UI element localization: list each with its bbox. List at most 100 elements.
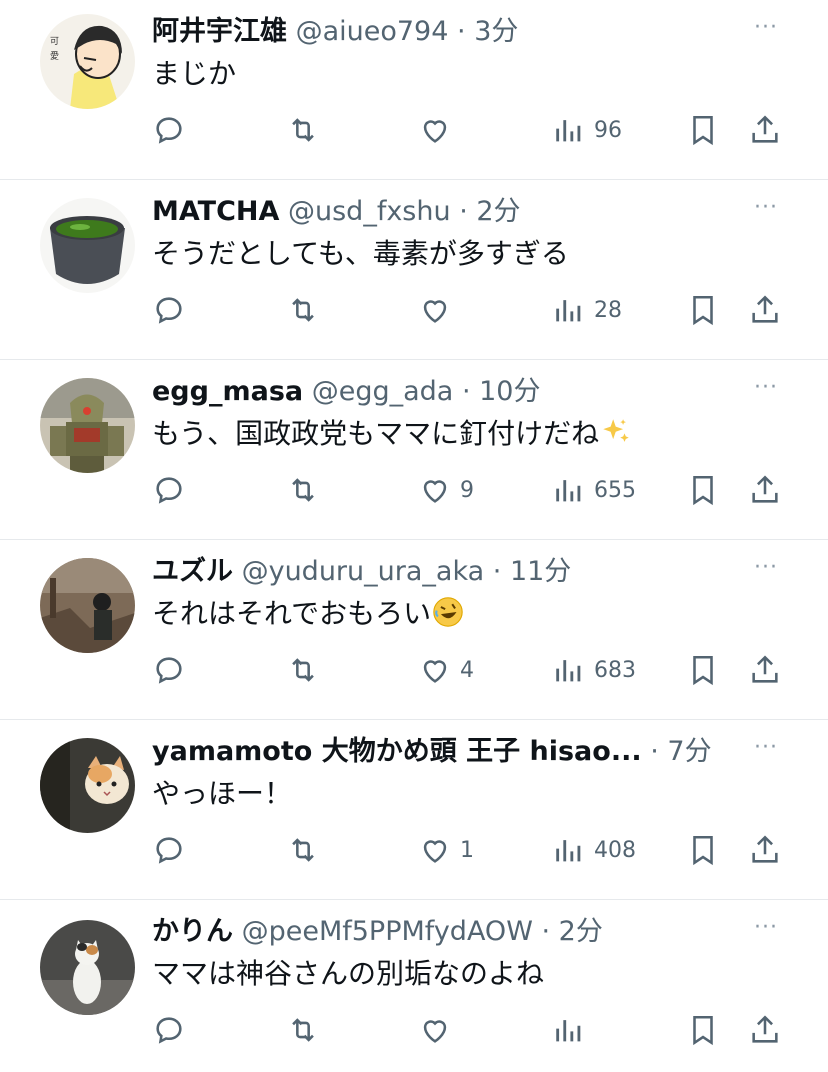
reply-button[interactable] xyxy=(152,650,186,690)
retweet-icon xyxy=(292,658,314,682)
share-icon xyxy=(752,115,778,143)
like-count: 9 xyxy=(460,477,474,503)
more-options-icon[interactable]: ··· xyxy=(754,737,784,759)
share-button[interactable] xyxy=(748,470,782,510)
avatar[interactable] xyxy=(40,738,135,833)
tweet[interactable]: かりん @peeMf5PPMfydAOW · 2分 ··· ママは神谷さんの別垢… xyxy=(0,900,828,1072)
bookmark-button[interactable] xyxy=(686,650,720,690)
bookmark-icon xyxy=(693,1015,713,1046)
separator-dot: · xyxy=(459,196,468,227)
more-options-icon[interactable]: ··· xyxy=(754,557,784,579)
share-icon xyxy=(752,295,778,323)
retweet-button[interactable] xyxy=(286,110,320,150)
bookmark-button[interactable] xyxy=(686,290,720,330)
like-count: 1 xyxy=(460,837,474,863)
timestamp[interactable]: 7分 xyxy=(667,736,711,767)
views-button[interactable] xyxy=(552,1010,594,1050)
retweet-icon xyxy=(292,298,314,322)
retweet-button[interactable] xyxy=(286,1010,320,1050)
views-icon xyxy=(556,120,581,142)
share-button[interactable] xyxy=(748,1010,782,1050)
tweet[interactable]: 可 愛 阿井宇江雄 @aiueo794 · 3分 ··· まじか 96 xyxy=(0,0,828,180)
views-button[interactable]: 28 xyxy=(552,290,622,330)
retweet-button[interactable] xyxy=(286,290,320,330)
tweet[interactable]: ユズル @yuduru_ura_aka · 11分 ··· それはそれでおもろい… xyxy=(0,540,828,720)
reply-button[interactable] xyxy=(152,110,186,150)
like-icon xyxy=(423,120,447,143)
bookmark-button[interactable] xyxy=(686,1010,720,1050)
avatar[interactable] xyxy=(40,378,135,473)
tweet-text: まじか xyxy=(152,57,237,90)
avatar[interactable] xyxy=(40,558,135,653)
tweet[interactable]: egg_masa @egg_ada · 10分 ··· もう、国政政党もママに釘… xyxy=(0,360,828,540)
bookmark-icon xyxy=(693,835,713,866)
like-icon xyxy=(423,1020,447,1043)
bookmark-button[interactable] xyxy=(686,110,720,150)
reply-button[interactable] xyxy=(152,830,186,870)
display-name[interactable]: egg_masa xyxy=(152,376,303,407)
share-button[interactable] xyxy=(748,830,782,870)
bookmark-button[interactable] xyxy=(686,470,720,510)
bookmark-button[interactable] xyxy=(686,830,720,870)
share-icon xyxy=(752,475,778,503)
avatar[interactable] xyxy=(40,920,135,1015)
reply-button[interactable] xyxy=(152,290,186,330)
display-name[interactable]: ユズル xyxy=(152,556,233,587)
avatar[interactable] xyxy=(40,198,135,293)
like-count: 4 xyxy=(460,657,474,683)
share-button[interactable] xyxy=(748,290,782,330)
svg-text:可: 可 xyxy=(50,36,59,47)
views-button[interactable]: 96 xyxy=(552,110,622,150)
timestamp[interactable]: 11分 xyxy=(510,556,571,587)
like-button[interactable] xyxy=(418,290,460,330)
user-handle[interactable]: @usd_fxshu xyxy=(288,196,451,227)
retweet-button[interactable] xyxy=(286,830,320,870)
display-name[interactable]: 阿井宇江雄 xyxy=(152,16,287,47)
retweet-icon xyxy=(292,478,314,502)
reply-icon xyxy=(156,477,182,504)
share-button[interactable] xyxy=(748,650,782,690)
views-button[interactable]: 683 xyxy=(552,650,636,690)
user-handle[interactable]: @yuduru_ura_aka xyxy=(242,556,485,587)
more-options-icon[interactable]: ··· xyxy=(754,17,784,39)
tweet-text: やっほー！ xyxy=(152,777,293,810)
reply-button[interactable] xyxy=(152,470,186,510)
retweet-icon xyxy=(292,1018,314,1042)
like-button[interactable]: 1 xyxy=(418,830,474,870)
display-name[interactable]: yamamoto 大物かめ頭 王子 hisao... xyxy=(152,736,642,767)
retweet-button[interactable] xyxy=(286,470,320,510)
tweet-text: それはそれでおもろい xyxy=(152,597,432,630)
tweet[interactable]: yamamoto 大物かめ頭 王子 hisao... · 7分 ··· やっほー… xyxy=(0,720,828,900)
like-button[interactable]: 9 xyxy=(418,470,474,510)
like-button[interactable]: 4 xyxy=(418,650,474,690)
like-button[interactable] xyxy=(418,110,460,150)
timestamp[interactable]: 2分 xyxy=(476,196,520,227)
reply-icon xyxy=(156,117,182,144)
avatar[interactable]: 可 愛 xyxy=(40,14,135,109)
reply-feed: 可 愛 阿井宇江雄 @aiueo794 · 3分 ··· まじか 96 MATC… xyxy=(0,0,828,1072)
reply-button[interactable] xyxy=(152,1010,186,1050)
tweet[interactable]: MATCHA @usd_fxshu · 2分 ··· そうだとしても、毒素が多す… xyxy=(0,180,828,360)
views-button[interactable]: 655 xyxy=(552,470,636,510)
timestamp[interactable]: 2分 xyxy=(559,916,603,947)
display-name[interactable]: MATCHA xyxy=(152,196,279,227)
separator-dot: · xyxy=(650,736,659,767)
timestamp[interactable]: 3分 xyxy=(474,16,518,47)
rolling-laughing-emoji xyxy=(433,597,463,627)
user-handle[interactable]: @peeMf5PPMfydAOW xyxy=(242,916,533,947)
user-handle[interactable]: @aiueo794 xyxy=(296,16,449,47)
reply-icon xyxy=(156,297,182,324)
share-button[interactable] xyxy=(748,110,782,150)
timestamp[interactable]: 10分 xyxy=(479,376,540,407)
retweet-button[interactable] xyxy=(286,650,320,690)
action-bar: 28 xyxy=(152,290,792,330)
action-bar: 4 683 xyxy=(152,650,792,690)
views-button[interactable]: 408 xyxy=(552,830,636,870)
more-options-icon[interactable]: ··· xyxy=(754,197,784,219)
display-name[interactable]: かりん xyxy=(152,916,233,947)
like-button[interactable] xyxy=(418,1010,460,1050)
views-icon xyxy=(556,1020,581,1042)
more-options-icon[interactable]: ··· xyxy=(754,917,784,939)
user-handle[interactable]: @egg_ada xyxy=(312,376,454,407)
more-options-icon[interactable]: ··· xyxy=(754,377,784,399)
